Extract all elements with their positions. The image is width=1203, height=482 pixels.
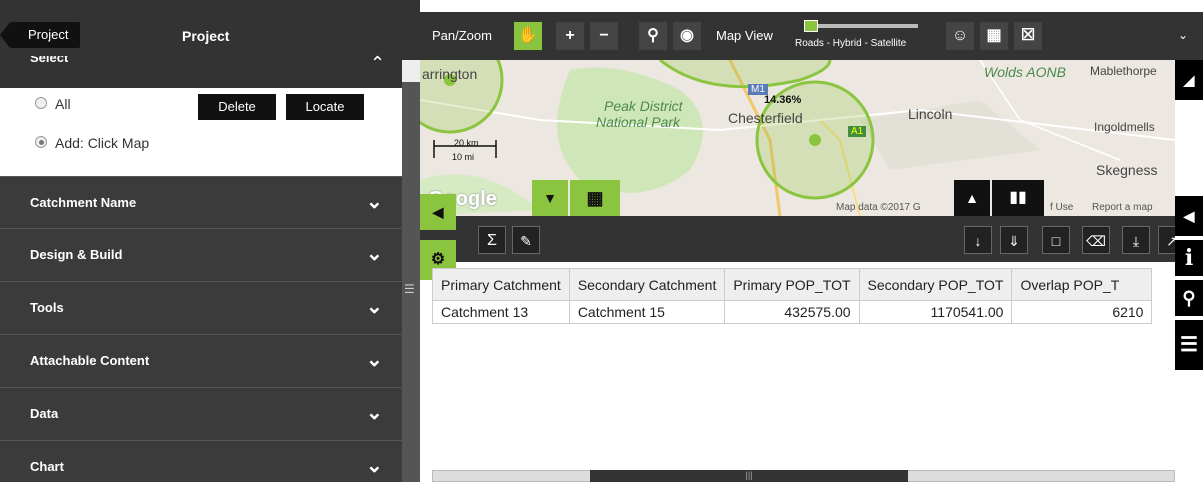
edit-icon[interactable]: ✎ xyxy=(512,226,540,254)
search-panel-icon[interactable]: ⚲ xyxy=(1175,280,1203,316)
map-label-lincoln: Lincoln xyxy=(908,106,953,122)
map-label-ingoldmells: Ingoldmells xyxy=(1094,120,1155,134)
section-label: Attachable Content xyxy=(30,353,150,368)
section-label: Catchment Name xyxy=(30,195,137,210)
sort-descending-icon[interactable]: ⇓ xyxy=(1000,226,1028,254)
corner-collapse-icon[interactable]: ◢ xyxy=(1175,60,1203,100)
section-label: Tools xyxy=(30,300,64,315)
project-back-button[interactable]: Project xyxy=(0,22,81,48)
results-table: Primary Catchment Secondary Catchment Pr… xyxy=(432,268,1153,324)
sigma-icon[interactable]: Σ xyxy=(478,226,506,254)
section-attachable-content[interactable]: Attachable Content ⌄ xyxy=(0,334,402,386)
list-icon[interactable]: ☰ xyxy=(1175,320,1203,370)
street-view-person-icon[interactable]: ☺ xyxy=(946,22,974,50)
radio-all-label: All xyxy=(55,96,71,112)
pan-hand-icon[interactable]: ✋ xyxy=(514,22,542,50)
zoom-in-icon[interactable]: + xyxy=(556,22,584,50)
resize-grip-icon[interactable]: ☰ xyxy=(404,282,415,296)
col-secondary-catchment[interactable]: Secondary Catchment xyxy=(568,268,726,301)
map-label-chesterfield: Chesterfield xyxy=(728,110,803,126)
bar-chart-icon[interactable]: ▮▮ xyxy=(992,180,1044,216)
sort-ascending-icon[interactable]: ↓ xyxy=(964,226,992,254)
caret-down-icon[interactable]: ▼ xyxy=(532,180,568,216)
panel-divider[interactable] xyxy=(402,60,420,482)
section-data[interactable]: Data ⌄ xyxy=(0,387,402,439)
radio-add-label: Add: Click Map xyxy=(55,135,150,151)
map-view-label: Map View xyxy=(716,28,773,43)
trash-icon[interactable]: ⌫ xyxy=(1082,226,1110,254)
caret-up-icon[interactable]: ▲ xyxy=(954,180,990,216)
no-map-icon[interactable]: ☒ xyxy=(1014,22,1042,50)
map-type-slider-handle[interactable] xyxy=(804,20,818,32)
table-header-row: Primary Catchment Secondary Catchment Pr… xyxy=(432,268,1153,301)
expand-left-icon[interactable]: ◀ xyxy=(1175,196,1203,236)
locate-button[interactable]: Locate xyxy=(286,94,364,120)
map-label-mablethorpe: Mablethorpe xyxy=(1090,64,1157,78)
toolbar-dropdown-icon[interactable]: ⌄ xyxy=(1178,28,1188,42)
cell: 1170541.00 xyxy=(858,300,1013,324)
scale-km: 20 km xyxy=(454,138,479,148)
section-label: Data xyxy=(30,406,59,421)
map-label-skegness: Skegness xyxy=(1096,162,1158,178)
map-label-wolds-aonb: Wolds AONB xyxy=(984,64,1066,80)
scale-mi: 10 mi xyxy=(452,152,475,162)
cell: 6210 xyxy=(1011,300,1153,324)
chevron-down-icon: ⌄ xyxy=(366,455,383,477)
results-table-wrap: Primary Catchment Secondary Catchment Pr… xyxy=(432,268,1175,332)
chevron-down-icon: ⌄ xyxy=(366,243,383,265)
map-attribution: Map data ©2017 G xyxy=(836,202,921,213)
section-label: Design & Build xyxy=(30,247,123,262)
chevron-down-icon: ⌄ xyxy=(366,191,383,213)
pan-zoom-label: Pan/Zoom xyxy=(432,28,492,43)
map-type-options: Roads - Hybrid - Satellite xyxy=(795,38,907,49)
map-label-warrington: arrington xyxy=(422,66,478,82)
divider-top-cap xyxy=(402,60,420,82)
zoom-out-icon[interactable]: − xyxy=(590,22,618,50)
info-icon[interactable]: i xyxy=(1175,240,1203,276)
chevron-up-icon[interactable]: ⌃ xyxy=(370,54,385,72)
table-grid-icon[interactable]: ▦ xyxy=(570,180,620,216)
delete-button[interactable]: Delete xyxy=(198,94,276,120)
col-primary-catchment[interactable]: Primary Catchment xyxy=(432,268,570,301)
section-design-build[interactable]: Design & Build ⌄ xyxy=(0,228,402,280)
map-type-slider-track[interactable] xyxy=(804,24,918,28)
section-tools[interactable]: Tools ⌄ xyxy=(0,281,402,333)
download-icon[interactable]: ⤓ xyxy=(1122,226,1150,254)
road-badge-a1: A1 xyxy=(848,126,867,137)
panel-title: Project xyxy=(182,28,230,44)
col-overlap-pop[interactable]: Overlap POP_T xyxy=(1011,268,1153,301)
radio-all[interactable] xyxy=(35,97,47,109)
collapse-left-icon[interactable]: ◀ xyxy=(420,194,456,230)
scrollbar-thumb[interactable]: ||| xyxy=(590,470,908,482)
cell: Catchment 13 xyxy=(432,300,570,324)
cell: 432575.00 xyxy=(724,300,860,324)
map-label-national-park: National Park xyxy=(596,114,681,130)
chevron-down-icon: ⌄ xyxy=(366,296,383,318)
section-chart[interactable]: Chart ⌄ xyxy=(0,440,402,482)
chevron-down-icon: ⌄ xyxy=(366,349,383,371)
radio-add-click-map[interactable] xyxy=(35,136,47,148)
cell: Catchment 15 xyxy=(568,300,726,324)
map-layers-icon[interactable]: ▦ xyxy=(980,22,1008,50)
search-icon[interactable]: ⚲ xyxy=(639,22,667,50)
map-terms-link[interactable]: f Use xyxy=(1050,202,1073,213)
chevron-down-icon: ⌄ xyxy=(366,402,383,424)
col-secondary-pop[interactable]: Secondary POP_TOT xyxy=(858,268,1013,301)
window-icon[interactable]: □ xyxy=(1042,226,1070,254)
report-map-link[interactable]: Report a map xyxy=(1092,202,1153,213)
overlap-percent-label: 14.36% xyxy=(764,94,802,106)
col-primary-pop[interactable]: Primary POP_TOT xyxy=(724,268,860,301)
section-label: Chart xyxy=(30,459,64,474)
map-label-peak-district: Peak District xyxy=(604,98,683,114)
table-row[interactable]: Catchment 13 Catchment 15 432575.00 1170… xyxy=(432,300,1153,324)
location-pin-icon[interactable]: ◉ xyxy=(673,22,701,50)
section-catchment-name[interactable]: Catchment Name ⌄ xyxy=(0,176,402,228)
